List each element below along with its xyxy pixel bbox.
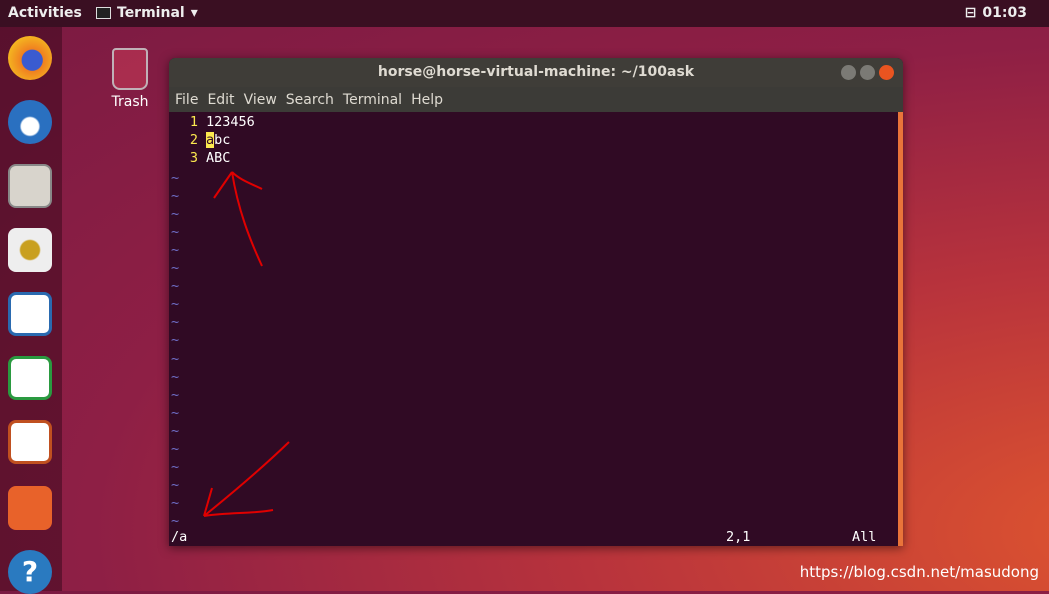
writer-icon[interactable] xyxy=(8,292,52,336)
scroll-position: All xyxy=(852,529,877,545)
empty-line-tilde: ~ xyxy=(171,332,180,349)
chevron-down-icon: ▾ xyxy=(190,5,198,21)
empty-line-tilde: ~ xyxy=(171,206,180,223)
empty-line-tilde: ~ xyxy=(171,440,180,457)
empty-line-tilde: ~ xyxy=(171,188,180,205)
terminal-content[interactable]: 1 123456 2 abc 3 ABC ~ ~ ~ ~ ~ ~ ~ ~ ~ ~ ~ ~ ~ ~ ~ ~ ~ ~ ~ ~ /… xyxy=(169,112,903,546)
minimize-button[interactable] xyxy=(841,65,856,80)
software-center-icon[interactable] xyxy=(8,486,52,530)
menu-edit[interactable]: Edit xyxy=(207,92,234,108)
empty-line-tilde: ~ xyxy=(171,260,180,277)
line-number: 3 xyxy=(189,150,198,166)
empty-line-tilde: ~ xyxy=(171,494,180,511)
menu-bar: File Edit View Search Terminal Help xyxy=(169,87,903,112)
line-text: 123456 xyxy=(206,114,255,130)
empty-line-tilde: ~ xyxy=(171,476,180,493)
maximize-button[interactable] xyxy=(860,65,875,80)
line-number: 1 xyxy=(189,114,198,130)
empty-line-tilde: ~ xyxy=(171,404,180,421)
calc-icon[interactable] xyxy=(8,356,52,400)
files-icon[interactable] xyxy=(8,164,52,208)
command-line: /a xyxy=(171,529,188,545)
top-bar: Activities Terminal ▾ ⊟ 01:03 xyxy=(0,0,1049,27)
battery-icon: ⊟ xyxy=(964,5,977,21)
empty-line-tilde: ~ xyxy=(171,350,180,367)
clock[interactable]: 01:03 xyxy=(982,5,1027,21)
empty-line-tilde: ~ xyxy=(171,170,180,186)
activities-button[interactable]: Activities xyxy=(8,5,82,21)
line-number: 2 xyxy=(189,132,198,148)
menu-terminal[interactable]: Terminal xyxy=(343,92,402,108)
thunderbird-icon[interactable] xyxy=(8,100,52,144)
empty-line-tilde: ~ xyxy=(171,224,180,241)
menu-help[interactable]: Help xyxy=(411,92,443,108)
trash-icon xyxy=(112,48,148,90)
dock: ? xyxy=(0,27,62,594)
vim-status-line: /a 2,1 All xyxy=(171,528,891,546)
close-button[interactable] xyxy=(879,65,894,80)
trash-label: Trash xyxy=(111,94,149,110)
empty-line-tilde: ~ xyxy=(171,368,180,385)
help-icon[interactable]: ? xyxy=(8,550,52,594)
empty-line-tilde: ~ xyxy=(171,242,180,259)
firefox-icon[interactable] xyxy=(8,36,52,80)
text-line: 2 abc xyxy=(169,132,230,150)
terminal-window: horse@horse-virtual-machine: ~/100ask Fi… xyxy=(169,58,903,546)
empty-line-tilde: ~ xyxy=(171,278,180,295)
terminal-icon xyxy=(96,7,111,19)
empty-line-tilde: ~ xyxy=(171,314,180,331)
empty-line-tilde: ~ xyxy=(171,296,180,313)
app-menu[interactable]: Terminal ▾ xyxy=(96,5,198,21)
menu-file[interactable]: File xyxy=(175,92,198,108)
text-line: 3 ABC xyxy=(169,150,231,168)
line-text: bc xyxy=(214,132,231,148)
title-bar[interactable]: horse@horse-virtual-machine: ~/100ask xyxy=(169,58,903,87)
empty-line-tilde: ~ xyxy=(171,458,180,475)
watermark: https://blog.csdn.net/masudong xyxy=(799,563,1039,581)
empty-line-tilde: ~ xyxy=(171,386,180,403)
window-title: horse@horse-virtual-machine: ~/100ask xyxy=(377,64,695,80)
menu-search[interactable]: Search xyxy=(286,92,334,108)
system-status[interactable]: ⊟ 01:03 xyxy=(965,5,1027,21)
rhythmbox-icon[interactable] xyxy=(8,228,52,272)
empty-line-tilde: ~ xyxy=(171,422,180,439)
line-text: ABC xyxy=(206,150,231,166)
impress-icon[interactable] xyxy=(8,420,52,464)
scrollbar[interactable] xyxy=(898,112,903,546)
cursor: a xyxy=(206,132,215,148)
cursor-position: 2,1 xyxy=(726,529,751,545)
menu-view[interactable]: View xyxy=(244,92,277,108)
trash-desktop-icon[interactable]: Trash xyxy=(108,48,152,110)
text-line: 1 123456 xyxy=(169,114,255,132)
app-menu-label: Terminal xyxy=(117,5,185,21)
